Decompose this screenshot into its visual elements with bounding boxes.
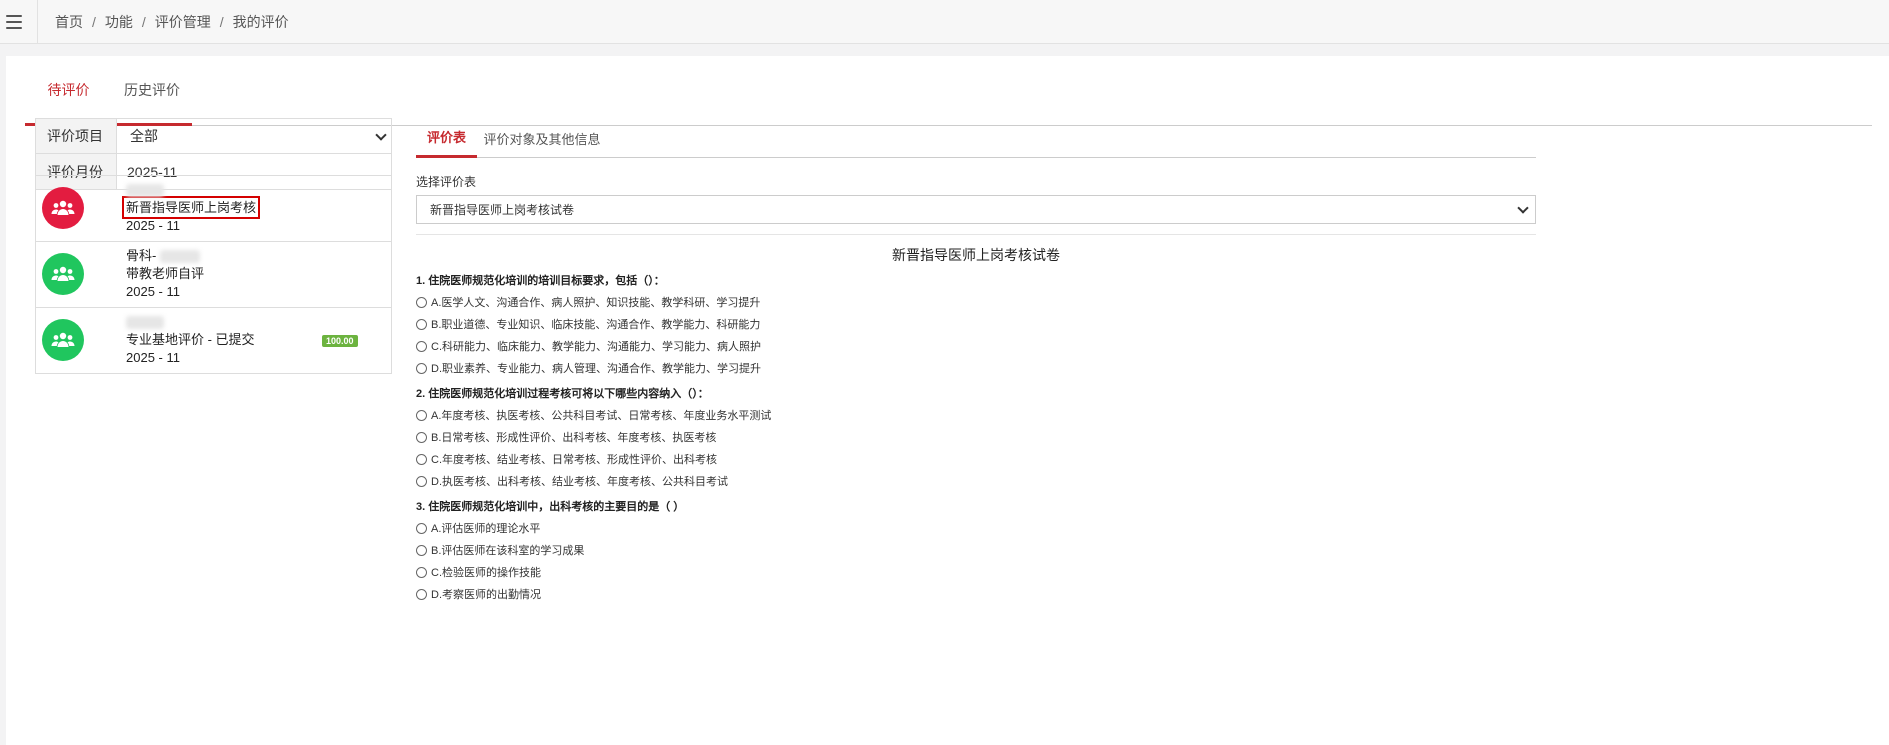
main-tabs: 待评价 历史评价	[25, 56, 1872, 126]
project-select-value: 全部	[130, 128, 158, 144]
tab-history[interactable]: 历史评价	[112, 56, 192, 126]
project-label: 评价项目	[36, 119, 117, 153]
users-group-icon	[51, 332, 75, 347]
redacted-name	[160, 250, 201, 264]
avatar	[42, 187, 84, 229]
option-3c[interactable]: C.检验医师的操作技能	[416, 561, 1176, 583]
radio-button[interactable]	[416, 453, 427, 465]
radio-button[interactable]	[416, 296, 427, 308]
breadcrumb: 首页 / 功能 / 评价管理 / 我的评价	[55, 12, 289, 32]
option-2d[interactable]: D.执医考核、出科考核、结业考核、年度考核、公共科目考试	[416, 470, 1176, 492]
option-3a[interactable]: A.评估医师的理论水平	[416, 517, 1176, 539]
users-group-icon	[51, 200, 75, 215]
main-card: 待评价 历史评价 评价项目 全部 评价月份 2025-11 新晋指导医师上岗考核…	[6, 56, 1889, 745]
breadcrumb-eval-management[interactable]: 评价管理	[155, 12, 211, 32]
option-2c[interactable]: C.年度考核、结业考核、日常考核、形成性评价、出科考核	[416, 448, 1176, 470]
radio-button[interactable]	[416, 544, 427, 556]
eval-item-title: 专业基地评价 - 已提交	[126, 332, 255, 347]
eval-item-text: 新晋指导医师上岗考核 2025 - 11	[121, 181, 261, 235]
redacted-name	[126, 316, 164, 330]
radio-button[interactable]	[416, 409, 427, 421]
option-1b[interactable]: B.职业道德、专业知识、临床技能、沟通合作、教学能力、科研能力	[416, 313, 1176, 335]
avatar	[42, 319, 84, 361]
option-2b[interactable]: B.日常考核、形成性评价、出科考核、年度考核、执医考核	[416, 426, 1176, 448]
radio-button[interactable]	[416, 522, 427, 534]
list-item[interactable]: 新晋指导医师上岗考核 2025 - 11	[36, 175, 391, 241]
breadcrumb-home[interactable]: 首页	[55, 12, 83, 32]
breadcrumb-function[interactable]: 功能	[105, 12, 133, 32]
question-list: 1. 住院医师规范化培训的培训目标要求，包括（）： A.医学人文、沟通合作、病人…	[416, 271, 1176, 605]
radio-button[interactable]	[416, 588, 427, 600]
form-tabs: 评价表 评价对象及其他信息	[416, 118, 1536, 158]
option-2a[interactable]: A.年度考核、执医考核、公共科目考试、日常考核、年度业务水平测试	[416, 404, 1176, 426]
breadcrumb-separator: /	[141, 13, 146, 30]
option-1d[interactable]: D.职业素养、专业能力、病人管理、沟通合作、教学能力、学习提升	[416, 357, 1176, 379]
option-3b[interactable]: B.评估医师在该科室的学习成果	[416, 539, 1176, 561]
project-select[interactable]: 全部	[117, 119, 391, 153]
tab-eval-target-info[interactable]: 评价对象及其他信息	[477, 118, 607, 158]
tab-eval-form[interactable]: 评价表	[416, 118, 477, 158]
question-title: 1. 住院医师规范化培训的培训目标要求，包括（）：	[416, 275, 665, 287]
redacted-name	[126, 184, 164, 198]
chevron-down-icon	[1517, 202, 1529, 214]
chevron-down-icon	[375, 129, 387, 141]
section-divider	[416, 234, 1536, 235]
hamburger-menu-icon[interactable]	[6, 14, 22, 29]
eval-item-month: 2025 - 11	[126, 218, 180, 233]
eval-list: 新晋指导医师上岗考核 2025 - 11 骨科- 带教老师自评 2025 - 1…	[35, 175, 392, 374]
top-bar: 首页 / 功能 / 评价管理 / 我的评价	[0, 0, 1889, 44]
form-select[interactable]: 新晋指导医师上岗考核试卷	[416, 195, 1536, 224]
select-form-label: 选择评价表	[416, 175, 477, 189]
filter-row-project: 评价项目 全部	[36, 119, 391, 154]
radio-button[interactable]	[416, 340, 427, 352]
users-group-icon	[51, 266, 75, 281]
eval-item-dept: 骨科-	[126, 248, 157, 263]
score-badge: 100.00	[322, 335, 358, 347]
eval-item-text: 骨科- 带教老师自评 2025 - 11	[126, 247, 204, 301]
breadcrumb-current: 我的评价	[232, 13, 289, 30]
radio-button[interactable]	[416, 475, 427, 487]
breadcrumb-separator: /	[219, 13, 224, 30]
radio-button[interactable]	[416, 431, 427, 443]
radio-button[interactable]	[416, 566, 427, 578]
topbar-divider	[37, 0, 38, 44]
breadcrumb-separator: /	[92, 13, 96, 30]
question-title: 3. 住院医师规范化培训中，出科考核的主要目的是（ ）	[416, 501, 685, 513]
form-title: 新晋指导医师上岗考核试卷	[892, 247, 1060, 263]
option-1a[interactable]: A.医学人文、沟通合作、病人照护、知识技能、教学科研、学习提升	[416, 291, 1176, 313]
list-item[interactable]: 专业基地评价 - 已提交 2025 - 11 100.00	[36, 307, 391, 373]
eval-item-title: 新晋指导医师上岗考核	[121, 196, 261, 219]
radio-button[interactable]	[416, 318, 427, 330]
form-select-value: 新晋指导医师上岗考核试卷	[430, 203, 575, 217]
eval-item-title: 带教老师自评	[126, 266, 205, 281]
option-3d[interactable]: D.考察医师的出勤情况	[416, 583, 1176, 605]
question-title: 2. 住院医师规范化培训过程考核可将以下哪些内容纳入（）：	[416, 388, 709, 400]
tab-pending[interactable]: 待评价	[25, 56, 112, 126]
radio-button[interactable]	[416, 362, 427, 374]
avatar	[42, 253, 84, 295]
eval-item-month: 2025 - 11	[126, 284, 180, 299]
eval-item-month: 2025 - 11	[126, 350, 180, 365]
eval-item-text: 专业基地评价 - 已提交 2025 - 11	[126, 313, 255, 367]
list-item[interactable]: 骨科- 带教老师自评 2025 - 11	[36, 241, 391, 307]
option-1c[interactable]: C.科研能力、临床能力、教学能力、沟通能力、学习能力、病人照护	[416, 335, 1176, 357]
